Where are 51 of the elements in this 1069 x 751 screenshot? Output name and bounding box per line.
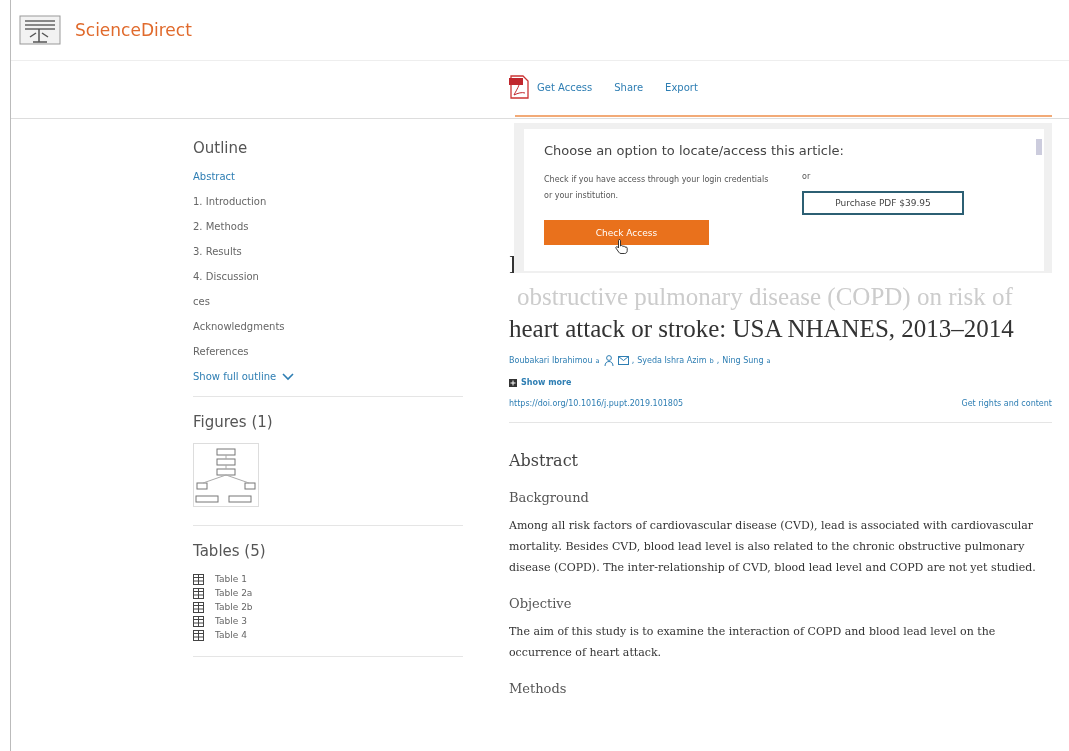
flowchart-thumbnail[interactable]: [193, 443, 259, 507]
abstract-paragraph: Among all risk factors of cardiovascular disease (CVD), lead is associated with cardiovascular mortality. Besides CVD, blood lead level is also related to the chronic obstructive pulmonary disease (COPD). The inter-relationship of CVD, blood lead level and COPD are not yet studied.: [509, 518, 1037, 576]
section-heading: Background: [509, 490, 590, 505]
abstract-heading: Abstract: [509, 451, 579, 470]
table-link[interactable]: Table 3: [215, 616, 247, 626]
separator-text: or: [802, 172, 812, 181]
toolbar-link[interactable]: Export: [665, 81, 698, 93]
rights-link[interactable]: Get rights and content: [961, 399, 1052, 408]
outline-link[interactable]: References: [193, 344, 249, 369]
table-icon: [193, 629, 204, 641]
section-heading: Figures (1): [193, 413, 274, 431]
table-link[interactable]: Table 4: [215, 630, 247, 640]
chevron-down-icon: [282, 372, 295, 381]
table-icon: [193, 573, 204, 585]
show-more-link[interactable]: Show more: [509, 378, 572, 387]
section-heading: Outline: [193, 139, 249, 157]
outline-link[interactable]: 3. Results: [193, 244, 242, 269]
abstract-paragraph: The aim of this study is to examine the interaction of COPD and blood lead level on the occurrence of heart attack.: [509, 624, 997, 661]
person-icon: [603, 355, 614, 366]
pdf-file-icon: [509, 75, 529, 99]
table-link[interactable]: Table 2a: [215, 588, 253, 598]
section-heading: Objective: [509, 596, 573, 611]
outline-link[interactable]: 4. Discussion: [193, 269, 259, 294]
plus-square-icon: [509, 378, 517, 387]
popup-title: Choose an option to locate/access this article:: [544, 143, 845, 158]
popup-note: Check if you have access through your login credentials or your institution.: [544, 174, 770, 202]
hand-cursor-icon: [615, 238, 629, 254]
comma-text: ,: [716, 356, 720, 365]
toolbar-link[interactable]: Get Access: [509, 75, 593, 99]
show-outline-link[interactable]: Show full outline: [193, 371, 295, 382]
table-icon: [193, 601, 204, 613]
publisher-tree-logo-icon: [19, 15, 61, 45]
doi-link[interactable]: https://doi.org/10.1016/j.pupt.2019.101805: [509, 399, 684, 408]
section-heading: Methods: [509, 681, 568, 696]
scrollbar-thumb[interactable]: [1036, 139, 1042, 155]
brand-name[interactable]: ScienceDirect: [75, 20, 192, 40]
purchase-pdf-button[interactable]: Purchase PDF $39.95: [802, 191, 964, 215]
section-heading: Tables (5): [193, 542, 267, 560]
outline-link[interactable]: ces: [193, 294, 210, 319]
table-icon: [193, 587, 204, 599]
table-link[interactable]: Table 1: [215, 574, 247, 584]
outline-link[interactable]: Acknowledgments: [193, 319, 285, 344]
envelope-icon: [617, 356, 629, 365]
outline-link[interactable]: 2. Methods: [193, 219, 249, 244]
outline-link[interactable]: 1. Introduction: [193, 194, 267, 219]
comma-text: ,: [631, 356, 635, 365]
toolbar-link[interactable]: Share: [614, 81, 644, 93]
table-icon: [193, 615, 204, 627]
outline-link[interactable]: Abstract: [193, 169, 235, 194]
table-link[interactable]: Table 2b: [215, 602, 253, 612]
article-title-line: heart attack or stroke: USA NHANES, 2013–2014: [509, 314, 1014, 344]
